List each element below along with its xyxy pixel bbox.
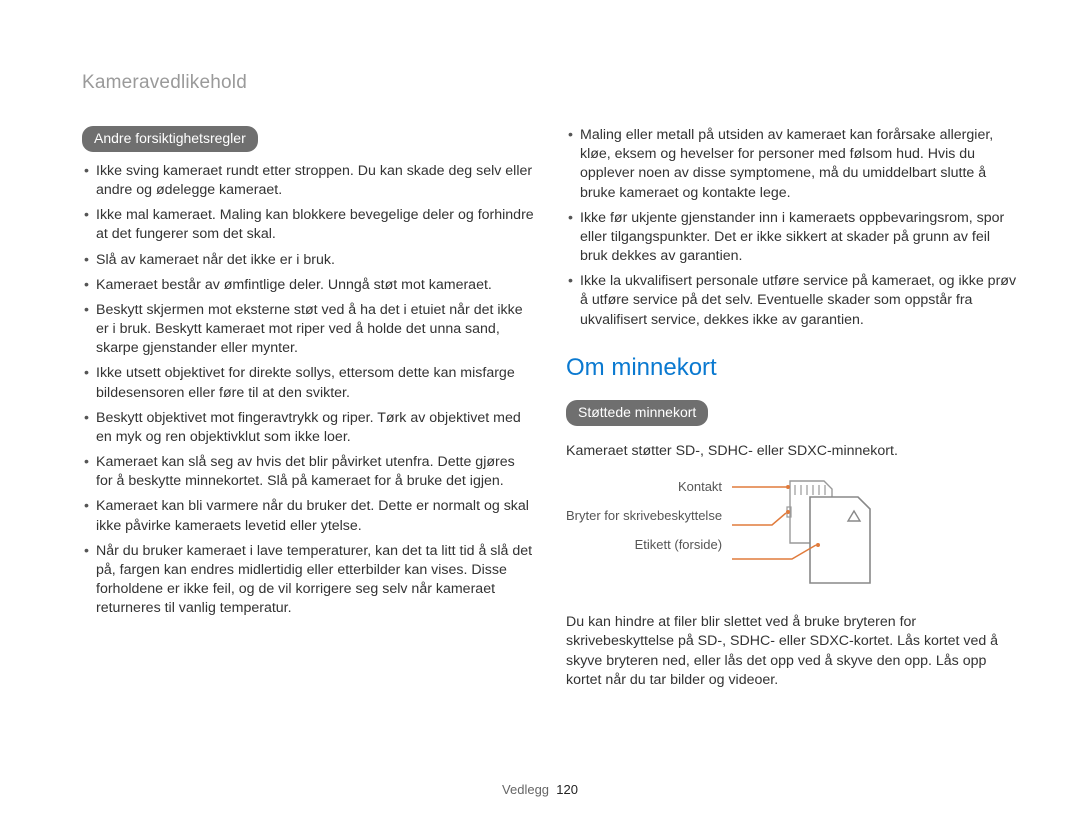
sd-card-icon — [730, 475, 880, 595]
content-columns: Andre forsiktighetsregler Ikke sving kam… — [82, 126, 1018, 690]
page-footer: Vedlegg 120 — [0, 782, 1080, 797]
write-protect-paragraph: Du kan hindre at filer blir slettet ved … — [566, 613, 1018, 690]
sd-diagram-labels: Kontakt Bryter for skrivebeskyttelse Eti… — [566, 475, 722, 566]
list-item: Ikke mal kameraet. Maling kan blokkere b… — [82, 206, 534, 244]
pill-supported-cards: Støttede minnekort — [566, 400, 708, 426]
label-front: Etikett (forside) — [566, 537, 722, 554]
left-column: Andre forsiktighetsregler Ikke sving kam… — [82, 126, 534, 690]
pill-other-precautions: Andre forsiktighetsregler — [82, 126, 258, 152]
list-item: Ikke før ukjente gjenstander inn i kamer… — [566, 209, 1018, 267]
footer-page-number: 120 — [556, 782, 578, 797]
supported-cards-intro: Kameraet støtter SD-, SDHC- eller SDXC-m… — [566, 442, 1018, 461]
list-item: Ikke sving kameraet rundt etter stroppen… — [82, 162, 534, 200]
right-column: Maling eller metall på utsiden av kamera… — [566, 126, 1018, 690]
sd-card-diagram-block: Kontakt Bryter for skrivebeskyttelse Eti… — [566, 475, 1018, 595]
list-item: Maling eller metall på utsiden av kamera… — [566, 126, 1018, 203]
footer-section: Vedlegg — [502, 782, 549, 797]
list-item: Beskytt skjermen mot eksterne støt ved å… — [82, 301, 534, 359]
right-top-bullet-list: Maling eller metall på utsiden av kamera… — [566, 126, 1018, 330]
list-item: Når du bruker kameraet i lave temperatur… — [82, 542, 534, 619]
list-item: Beskytt objektivet mot fingeravtrykk og … — [82, 409, 534, 447]
running-head: Kameravedlikehold — [82, 72, 1018, 94]
list-item: Kameraet kan bli varmere når du bruker d… — [82, 497, 534, 535]
list-item: Ikke la ukvalifisert personale utføre se… — [566, 272, 1018, 330]
list-item: Slå av kameraet når det ikke er i bruk. — [82, 251, 534, 270]
list-item: Ikke utsett objektivet for direkte solly… — [82, 364, 534, 402]
section-title-memory-cards: Om minnekort — [566, 352, 1018, 384]
list-item: Kameraet består av ømfintlige deler. Unn… — [82, 276, 534, 295]
label-write-protect: Bryter for skrivebeskyttelse — [566, 508, 722, 525]
list-item: Kameraet kan slå seg av hvis det blir på… — [82, 453, 534, 491]
label-contact: Kontakt — [566, 479, 722, 496]
left-bullet-list: Ikke sving kameraet rundt etter stroppen… — [82, 162, 534, 619]
